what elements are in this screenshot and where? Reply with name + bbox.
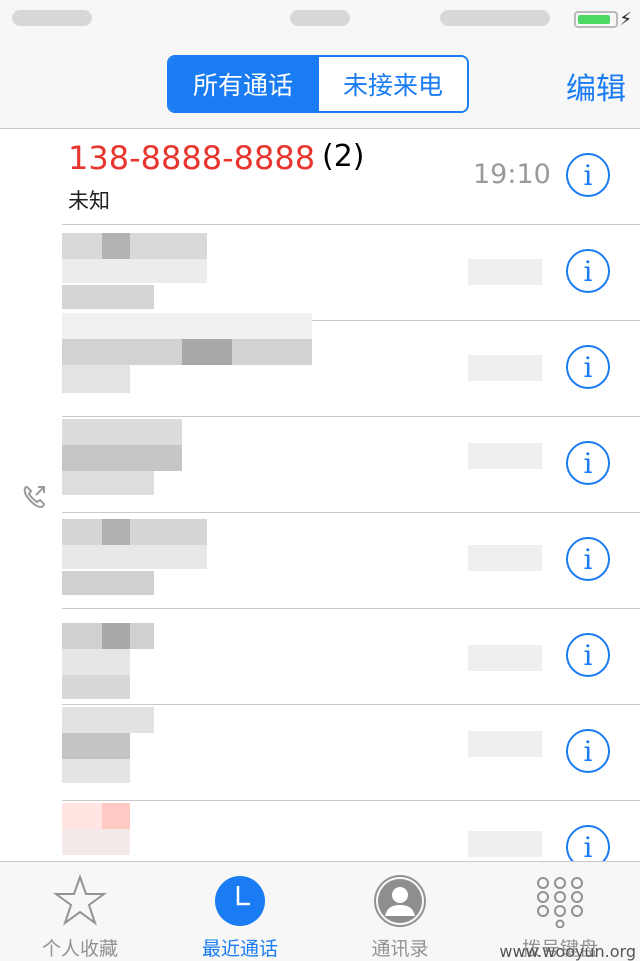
- call-row-blurred[interactable]: i: [0, 513, 640, 609]
- battery-icon: [574, 11, 618, 28]
- pixelated-name: [62, 707, 312, 783]
- pixelated-name: [62, 313, 312, 393]
- charging-icon: ⚡: [619, 9, 632, 30]
- tab-label: 个人收藏: [41, 938, 118, 960]
- info-icon[interactable]: i: [566, 249, 610, 293]
- info-icon[interactable]: i: [566, 825, 610, 861]
- watermark: www.wooyun.org: [499, 942, 636, 961]
- tab-bar: 个人收藏 最近通话 通讯录 拨号键盘 www.wooyun.org: [0, 861, 640, 961]
- segment-missed-calls[interactable]: 未接来电: [317, 57, 467, 111]
- info-icon[interactable]: i: [566, 633, 610, 677]
- contact-icon: [374, 875, 426, 927]
- segment-all-calls[interactable]: 所有通话: [169, 57, 317, 111]
- pixelated-time: [468, 545, 542, 571]
- pixelated-name: [62, 419, 312, 495]
- status-bar: ⚡: [0, 0, 640, 40]
- call-number: 138-8888-8888: [68, 139, 316, 177]
- call-row-blurred[interactable]: i: [0, 417, 640, 513]
- call-row-blurred[interactable]: i: [0, 801, 640, 861]
- clock-icon: [215, 876, 265, 926]
- call-filter-segmented-control: 所有通话 未接来电: [167, 55, 469, 113]
- status-icons-blurred: [440, 10, 550, 26]
- status-time-blurred: [290, 10, 350, 26]
- tab-recents[interactable]: 最近通话: [160, 862, 320, 961]
- pixelated-time: [468, 355, 542, 381]
- call-row-blurred[interactable]: i: [0, 609, 640, 705]
- info-icon[interactable]: i: [566, 729, 610, 773]
- call-time: 19:10: [473, 159, 551, 190]
- call-row-blurred[interactable]: i: [0, 705, 640, 801]
- info-icon[interactable]: i: [566, 537, 610, 581]
- call-row-blurred[interactable]: i: [0, 313, 640, 417]
- pixelated-time: [468, 259, 542, 285]
- pixelated-time: [468, 831, 542, 857]
- info-icon[interactable]: i: [566, 441, 610, 485]
- tab-label: 通讯录: [371, 938, 429, 960]
- edit-button[interactable]: 编辑: [566, 64, 626, 108]
- pixelated-time: [468, 731, 542, 757]
- nav-bar: 所有通话 未接来电 编辑: [0, 40, 640, 129]
- keypad-icon: [537, 877, 583, 928]
- call-row[interactable]: 138-8888-8888 (2) 未知 19:10 i: [0, 129, 640, 225]
- status-carrier-blurred: [12, 10, 92, 26]
- star-icon: [53, 874, 107, 926]
- outgoing-call-icon: [23, 486, 46, 509]
- call-subtitle: 未知: [68, 189, 110, 213]
- call-count: (2): [322, 139, 365, 174]
- pixelated-time: [468, 645, 542, 671]
- pixelated-name: [62, 623, 312, 699]
- tab-favorites[interactable]: 个人收藏: [0, 862, 160, 961]
- tab-label: 最近通话: [201, 938, 278, 960]
- pixelated-name: [62, 803, 312, 861]
- info-icon[interactable]: i: [566, 345, 610, 389]
- tab-contacts[interactable]: 通讯录: [320, 862, 480, 961]
- info-icon[interactable]: i: [566, 153, 610, 197]
- pixelated-name: [62, 519, 312, 595]
- call-row-blurred[interactable]: i: [0, 225, 640, 321]
- pixelated-time: [468, 443, 542, 469]
- recents-list[interactable]: 138-8888-8888 (2) 未知 19:10 i i i i i i i…: [0, 129, 640, 861]
- pixelated-name: [62, 233, 312, 309]
